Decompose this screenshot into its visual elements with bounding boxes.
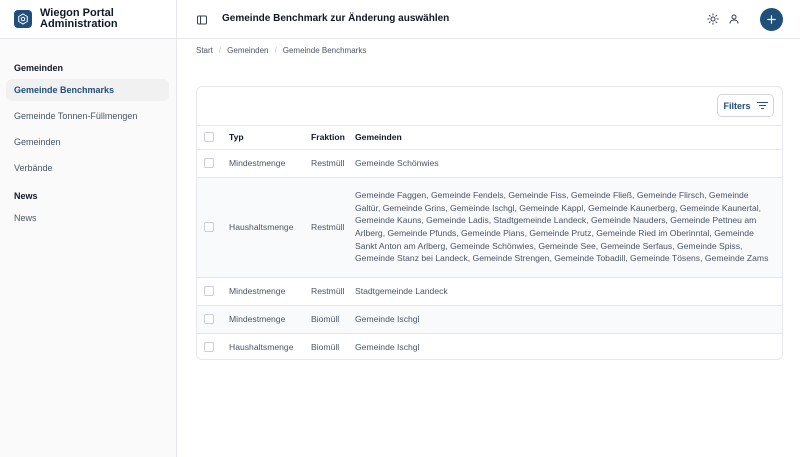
breadcrumb-start[interactable]: Start [196, 46, 213, 55]
table-row[interactable]: Haushaltsmenge Restmüll Gemeinde Faggen,… [197, 177, 782, 278]
sidebar: Wiegon Portal Administration Gemeinden G… [0, 0, 177, 457]
sun-icon[interactable] [706, 12, 720, 26]
row-checkbox[interactable] [204, 158, 214, 168]
plus-icon [767, 15, 776, 24]
hexagon-gear-icon [14, 10, 32, 28]
cell-typ[interactable]: Mindestmenge [221, 277, 305, 306]
table-toolbar: Filters [197, 87, 782, 126]
filters-label: Filters [723, 100, 751, 111]
breadcrumb-separator: / [274, 46, 277, 55]
cell-gemeinden: Gemeinde Schönwies [355, 149, 782, 178]
filters-button[interactable]: Filters [717, 94, 774, 117]
table-row[interactable]: Mindestmenge Biomüll Gemeinde Ischgl [197, 305, 782, 334]
table-row[interactable]: Haushaltsmenge Biomüll Gemeinde Ischgl [197, 333, 782, 359]
page-title: Gemeinde Benchmark zur Änderung auswähle… [222, 13, 450, 24]
cell-fraktion: Biomüll [311, 341, 340, 352]
benchmark-table: Typ Fraktion Gemeinden Mindestmenge Rest… [197, 126, 782, 359]
app-name-line2: Administration [40, 18, 118, 30]
topbar: Gemeinde Benchmark zur Änderung auswähle… [177, 0, 800, 39]
filter-lines-icon [756, 101, 768, 110]
row-checkbox[interactable] [204, 342, 214, 353]
column-header-gemeinden[interactable]: Gemeinden [355, 126, 782, 150]
table-row[interactable]: Mindestmenge Restmüll Stadtgemeinde Land… [197, 277, 782, 306]
nav-group-gemeinden: Gemeinden [14, 63, 64, 73]
breadcrumb-separator: / [218, 46, 222, 55]
sidebar-panel-icon[interactable] [196, 13, 208, 25]
sidebar-item-gemeinden[interactable]: Gemeinden [6, 131, 169, 153]
cell-fraktion: Restmüll [305, 277, 355, 306]
benchmark-table-card: Filters Typ Fraktion Gemeinden Mindestme… [196, 86, 783, 360]
row-checkbox[interactable] [204, 286, 214, 296]
column-header-typ[interactable]: Typ [221, 126, 305, 150]
cell-gemeinden: Gemeinde Ischgl [355, 305, 782, 334]
cell-gemeinden: Gemeinde Ischgl [355, 341, 420, 352]
breadcrumb-gemeinden[interactable]: Gemeinden [227, 46, 268, 55]
table-row[interactable]: Mindestmenge Restmüll Gemeinde Schönwies [197, 149, 782, 178]
row-checkbox[interactable] [204, 222, 214, 232]
cell-fraktion: Biomüll [305, 305, 355, 334]
add-button[interactable] [760, 8, 783, 31]
cell-typ[interactable]: Mindestmenge [221, 305, 305, 334]
cell-typ[interactable]: Mindestmenge [221, 149, 305, 178]
row-checkbox[interactable] [204, 314, 214, 324]
breadcrumb-gemeinde-benchmarks[interactable]: Gemeinde Benchmarks [283, 46, 367, 55]
brand[interactable]: Wiegon Portal Administration [0, 0, 176, 39]
cell-gemeinden: Stadtgemeinde Landeck [355, 277, 782, 306]
sidebar-item-verbaende[interactable]: Verbände [6, 157, 169, 179]
select-all-checkbox[interactable] [204, 132, 214, 143]
cell-fraktion: Restmüll [305, 177, 355, 278]
nav-group-news: News [14, 191, 38, 201]
table-header-row: Typ Fraktion Gemeinden [197, 126, 782, 150]
sidebar-item-gemeinde-tonnen-fuellmengen[interactable]: Gemeinde Tonnen-Füllmengen [6, 105, 169, 127]
cell-typ[interactable]: Haushaltsmenge [221, 177, 305, 278]
sidebar-item-gemeinde-benchmarks[interactable]: Gemeinde Benchmarks [6, 79, 169, 101]
cell-fraktion: Restmüll [305, 149, 355, 178]
sidebar-item-news[interactable]: News [6, 207, 169, 229]
column-header-fraktion[interactable]: Fraktion [305, 126, 355, 150]
cell-typ[interactable]: Haushaltsmenge [221, 333, 305, 359]
breadcrumb: Start / Gemeinden / Gemeinde Benchmarks [196, 46, 366, 55]
user-icon[interactable] [727, 12, 741, 26]
cell-gemeinden: Gemeinde Faggen, Gemeinde Fendels, Gemei… [355, 177, 782, 278]
